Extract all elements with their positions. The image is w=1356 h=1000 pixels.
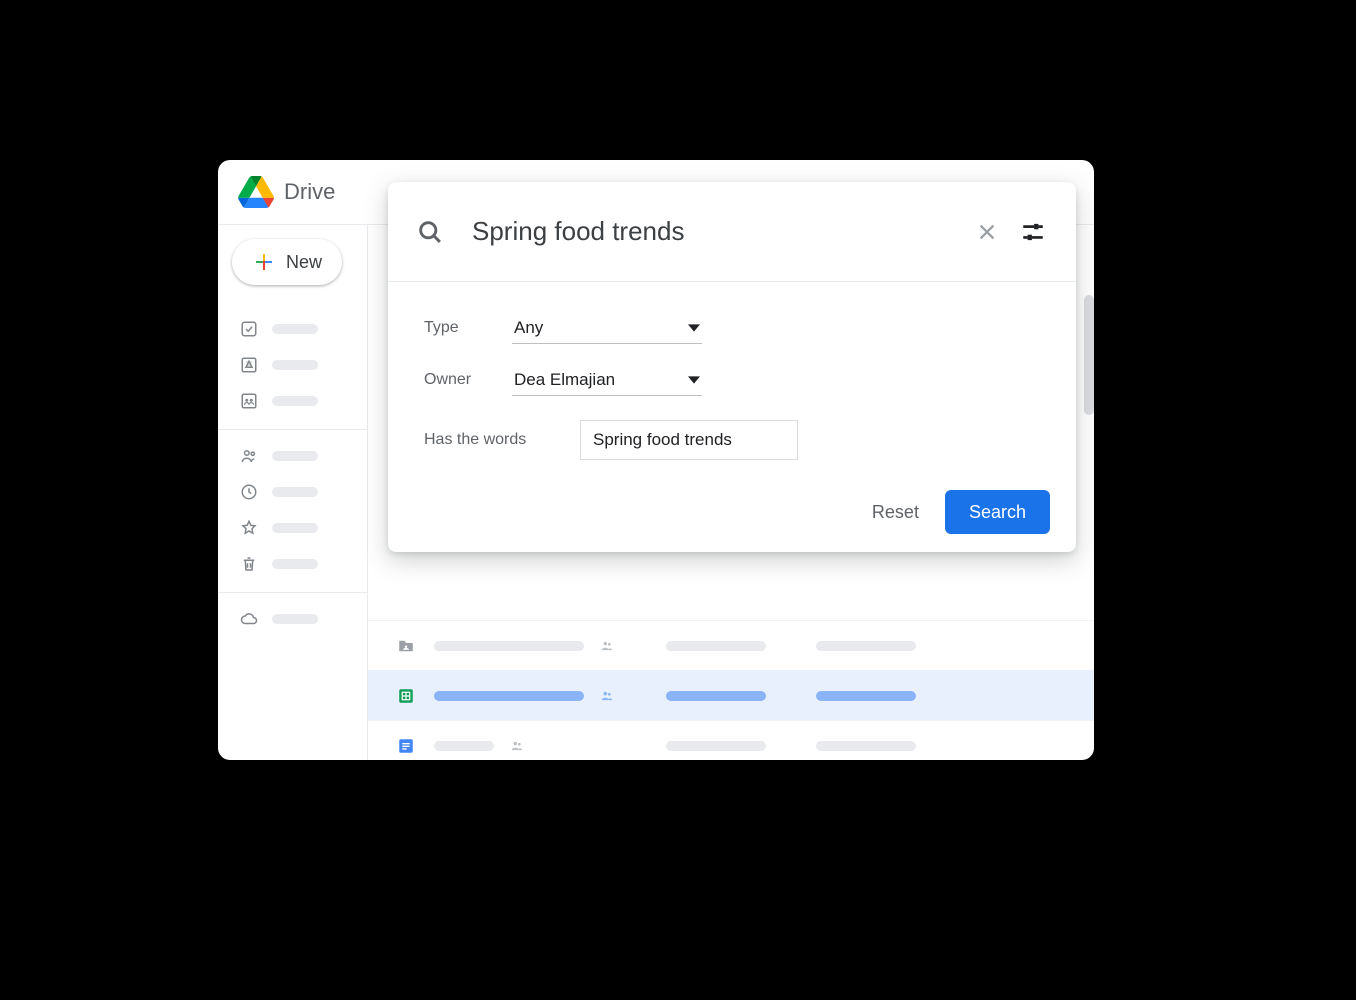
app-name: Drive — [284, 179, 335, 205]
file-owner-stub — [666, 641, 766, 651]
trash-icon — [240, 555, 258, 573]
file-date-stub — [816, 641, 916, 651]
sidebar-item-trash[interactable] — [218, 546, 367, 582]
drive-window: Drive New — [218, 160, 1094, 760]
shared-icon — [598, 689, 616, 703]
drive-logo-icon — [238, 176, 274, 208]
sidebar: New — [218, 225, 368, 760]
sheets-icon — [397, 687, 415, 705]
file-date-stub — [816, 691, 916, 701]
sidebar-stub — [272, 523, 318, 533]
search-icon — [416, 218, 444, 246]
clock-icon — [240, 483, 258, 501]
reset-button[interactable]: Reset — [872, 502, 919, 523]
filter-words-value: Spring food trends — [593, 430, 732, 450]
chevron-down-icon — [688, 322, 700, 334]
sidebar-item-starred[interactable] — [218, 510, 367, 546]
drive-icon — [240, 356, 258, 374]
filter-type-value: Any — [514, 318, 543, 338]
file-name-stub — [434, 691, 584, 701]
filter-type-label: Type — [424, 319, 512, 337]
shared-icon — [598, 639, 616, 653]
file-list — [368, 620, 1094, 760]
filter-row-owner: Owner Dea Elmajian — [424, 354, 1040, 406]
filter-words-input[interactable]: Spring food trends — [580, 420, 798, 460]
sidebar-stub — [272, 559, 318, 569]
sidebar-group-storage — [218, 592, 367, 637]
new-button[interactable]: New — [232, 239, 342, 285]
chevron-down-icon — [688, 374, 700, 386]
filter-row-type: Type Any — [424, 302, 1040, 354]
drive-logo[interactable]: Drive — [238, 176, 335, 208]
sidebar-item-priority[interactable] — [218, 311, 367, 347]
search-filters: Type Any Owner Dea Elmajian Has the word… — [388, 282, 1076, 466]
sidebar-stub — [272, 451, 318, 461]
filter-owner-label: Owner — [424, 371, 512, 389]
file-owner-stub — [666, 691, 766, 701]
filter-words-label: Has the words — [424, 431, 580, 449]
check-square-icon — [240, 320, 258, 338]
search-button[interactable]: Search — [945, 490, 1050, 534]
docs-icon — [397, 737, 415, 755]
scrollbar-thumb[interactable] — [1084, 295, 1094, 415]
sidebar-item-recent[interactable] — [218, 474, 367, 510]
sidebar-item-storage[interactable] — [218, 601, 367, 637]
file-name-stub — [434, 641, 584, 651]
new-button-label: New — [286, 252, 322, 273]
file-row-folder[interactable] — [368, 620, 1094, 670]
file-date-stub — [816, 741, 916, 751]
file-row-sheet-selected[interactable] — [368, 670, 1094, 720]
sidebar-group-secondary — [218, 429, 367, 582]
filter-row-words: Has the words Spring food trends — [424, 414, 1040, 466]
shared-folder-icon — [396, 637, 416, 655]
filter-type-dropdown[interactable]: Any — [512, 312, 702, 344]
cloud-icon — [240, 610, 258, 628]
sidebar-stub — [272, 614, 318, 624]
shared-icon — [508, 739, 526, 753]
filter-owner-value: Dea Elmajian — [514, 370, 615, 390]
sidebar-stub — [272, 324, 318, 334]
search-input[interactable]: Spring food trends — [472, 216, 976, 247]
search-actions: Reset Search — [872, 490, 1050, 534]
plus-icon — [252, 250, 276, 274]
sidebar-stub — [272, 487, 318, 497]
sidebar-group-priority — [218, 303, 367, 419]
tune-icon[interactable] — [1020, 219, 1046, 245]
search-bar: Spring food trends — [388, 182, 1076, 282]
close-icon[interactable] — [976, 221, 998, 243]
sidebar-stub — [272, 396, 318, 406]
filter-owner-dropdown[interactable]: Dea Elmajian — [512, 364, 702, 396]
search-panel: Spring food trends Type Any Owner Dea El… — [388, 182, 1076, 552]
sidebar-item-shared[interactable] — [218, 438, 367, 474]
sidebar-stub — [272, 360, 318, 370]
shared-drives-icon — [240, 392, 258, 410]
file-owner-stub — [666, 741, 766, 751]
file-row-doc[interactable] — [368, 720, 1094, 760]
file-name-stub — [434, 741, 494, 751]
people-icon — [240, 447, 258, 465]
sidebar-item-mydrive[interactable] — [218, 347, 367, 383]
star-icon — [240, 519, 258, 537]
sidebar-item-shared-drives[interactable] — [218, 383, 367, 419]
